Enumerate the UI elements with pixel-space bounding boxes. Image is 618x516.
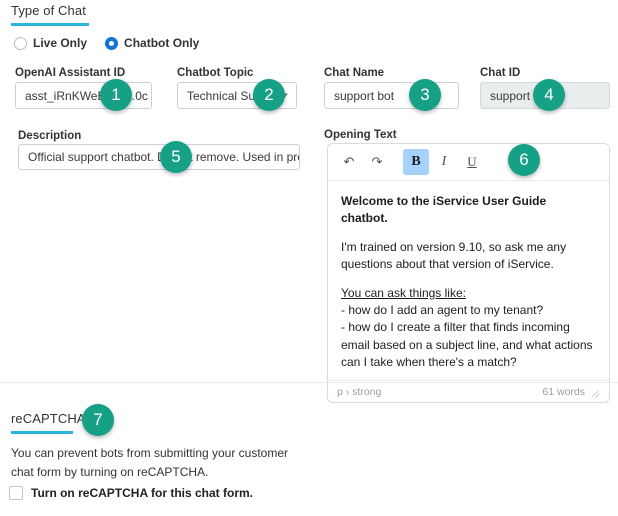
- recaptcha-checkbox[interactable]: [9, 486, 23, 500]
- label-chat-id: Chat ID: [480, 67, 521, 79]
- settings-page: Type of Chat Live Only Chatbot Only Open…: [0, 0, 618, 516]
- section-title-text-recaptcha: reCAPTCHA: [11, 411, 86, 426]
- underline-icon[interactable]: U: [459, 149, 485, 175]
- editor-status-bar: p › strong 61 words: [328, 380, 609, 402]
- editor-word-count: 61 words: [542, 385, 585, 398]
- label-description: Description: [18, 130, 82, 142]
- bold-icon[interactable]: B: [403, 149, 429, 175]
- editor-content-area[interactable]: Welcome to the iService User Guide chatb…: [328, 181, 609, 380]
- recaptcha-checkbox-label: Turn on reCAPTCHA for this chat form.: [31, 486, 253, 500]
- editor-paragraph: I'm trained on version 9.10, so ask me a…: [341, 239, 567, 272]
- editor-example-2: - how do I create a filter that finds in…: [341, 320, 593, 370]
- section-underline-recaptcha: [11, 431, 73, 434]
- editor-example-1: - how do I add an agent to my tenant?: [341, 302, 544, 317]
- callout-badge-7: 7: [82, 404, 114, 436]
- recaptcha-description: You can prevent bots from submitting you…: [11, 446, 289, 479]
- input-value-chat-name: support bot: [334, 88, 395, 103]
- label-opening-text: Opening Text: [324, 129, 397, 141]
- callout-badge-2: 2: [253, 79, 285, 111]
- editor-prompt-intro: You can ask things like:: [341, 285, 466, 300]
- redo-icon[interactable]: ↷: [364, 149, 390, 175]
- label-chatbot-topic: Chatbot Topic: [177, 67, 254, 79]
- radio-option-live-only[interactable]: Live Only: [14, 36, 87, 50]
- label-chat-name: Chat Name: [324, 67, 385, 79]
- radio-option-chatbot-only[interactable]: Chatbot Only: [105, 36, 199, 50]
- editor-element-path[interactable]: p › strong: [337, 386, 381, 398]
- recaptcha-checkbox-row[interactable]: Turn on reCAPTCHA for this chat form.: [9, 486, 253, 500]
- callout-badge-6: 6: [508, 144, 540, 176]
- callout-badge-4: 4: [533, 79, 565, 111]
- italic-icon[interactable]: I: [431, 149, 457, 175]
- section-underline: [11, 23, 89, 26]
- editor-heading-line: Welcome to the iService User Guide chatb…: [341, 194, 547, 226]
- label-openai-assistant-id: OpenAI Assistant ID: [15, 67, 126, 79]
- opening-text-rich-editor[interactable]: ↶ ↷ B I U Welcome to the iService User G…: [327, 143, 610, 403]
- undo-icon[interactable]: ↶: [336, 149, 362, 175]
- input-value-chat-id: support: [490, 88, 531, 103]
- radio-indicator-live-only[interactable]: [14, 36, 27, 50]
- callout-badge-1: 1: [100, 79, 132, 111]
- section-heading-type-of-chat: Type of Chat: [11, 3, 89, 30]
- section-title-text: Type of Chat: [11, 3, 86, 18]
- chat-type-radio-group[interactable]: Live Only Chatbot Only: [14, 36, 199, 50]
- radio-indicator-chatbot-only[interactable]: [105, 36, 119, 50]
- section-divider: [0, 382, 618, 383]
- editor-toolbar[interactable]: ↶ ↷ B I U: [328, 144, 609, 181]
- radio-label-live-only: Live Only: [33, 36, 88, 50]
- resize-handle-icon[interactable]: [591, 387, 600, 396]
- radio-label-chatbot-only: Chatbot Only: [124, 36, 200, 50]
- section-heading-recaptcha: reCAPTCHA: [11, 411, 85, 438]
- callout-badge-3: 3: [409, 79, 441, 111]
- callout-badge-5: 5: [160, 141, 192, 173]
- input-description[interactable]: Official support chatbot. Do not remove.…: [18, 144, 300, 170]
